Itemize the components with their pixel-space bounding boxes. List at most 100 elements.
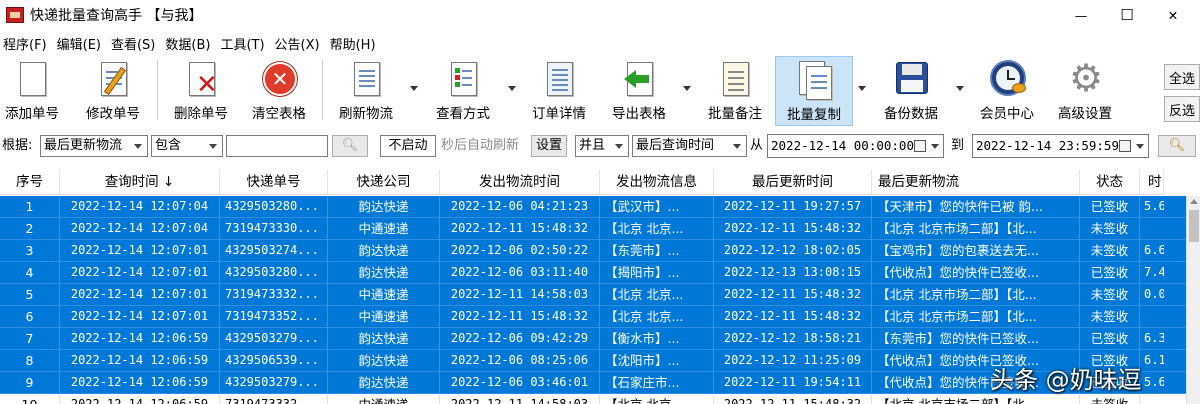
menu-view[interactable]: 查看(S): [111, 34, 155, 53]
cell-tracking-number: 4329506539...: [220, 350, 328, 371]
scroll-thumb[interactable]: [1189, 210, 1199, 242]
close-icon: ✕: [1167, 7, 1179, 23]
toolbar-separator: [322, 60, 323, 120]
select-all-button[interactable]: 全选: [1164, 64, 1200, 90]
header-index[interactable]: 序号: [0, 170, 60, 195]
header-ship-time[interactable]: 发出物流时间: [440, 170, 600, 195]
cell-ship-time: 2022-12-06 04:21:23: [440, 196, 600, 217]
add-number-button[interactable]: 添加单号: [2, 56, 62, 126]
menu-edit[interactable]: 编辑(E): [57, 34, 101, 53]
scroll-up-icon[interactable]: [1190, 199, 1198, 204]
header-tracking-number[interactable]: 快递单号: [220, 170, 328, 195]
menu-program[interactable]: 程序(F): [3, 34, 47, 53]
cell-ship-info: 【北京 北京...: [600, 218, 714, 239]
cell-ship-info: 【衡水市】...: [600, 328, 714, 349]
advanced-settings-button[interactable]: ⚙ 高级设置: [1052, 56, 1118, 126]
chevron-down-icon: [1136, 144, 1144, 149]
batch-note-button[interactable]: 批量备注: [704, 56, 766, 126]
to-label: 到: [951, 138, 965, 153]
cell-last-update-info: 【天津市】您的快件已被 韵...: [872, 196, 1080, 217]
search-button[interactable]: 🔍︎: [332, 135, 368, 157]
filter-operator-select[interactable]: 包含: [151, 135, 223, 157]
cell-last-update-time: 2022-12-11 15:48:32: [714, 218, 872, 239]
query-button[interactable]: 🔍︎: [1158, 135, 1196, 157]
watermark: 头条 @奶味逗: [990, 366, 1142, 394]
export-table-button[interactable]: 导出表格: [608, 56, 670, 126]
menu-tools[interactable]: 工具(T): [220, 34, 264, 53]
close-button[interactable]: ✕: [1150, 0, 1196, 30]
minimize-icon: —: [1074, 7, 1088, 23]
cell-time-partial: 5.6: [1144, 199, 1164, 213]
header-last-update-time[interactable]: 最后更新时间: [714, 170, 872, 195]
maximize-button[interactable]: ☐: [1104, 0, 1150, 30]
export-dropdown-arrow[interactable]: [683, 86, 691, 91]
cell-time-partial: 6.3: [1144, 331, 1164, 345]
table-row[interactable]: 7 2022-12-14 12:06:59 4329503279... 韵达快递…: [0, 328, 1200, 350]
cell-tracking-number: 4329503279...: [220, 372, 328, 393]
header-time-partial[interactable]: 时: [1140, 170, 1164, 195]
cell-courier: 韵达快递: [328, 196, 440, 217]
cell-last-update-info: 【北京 北京市场二部】【北...: [872, 306, 1080, 327]
logic-select[interactable]: 并且: [575, 135, 629, 157]
menu-notice[interactable]: 公告(X): [275, 34, 320, 53]
clear-table-button[interactable]: ✕ 清空表格: [248, 56, 310, 126]
cell-status: 已签收: [1080, 328, 1140, 349]
from-date-picker[interactable]: 2022-12-14 00:00:00: [767, 134, 944, 158]
vertical-scrollbar[interactable]: [1186, 196, 1200, 404]
cell-time-partial: 6.6: [1144, 243, 1164, 257]
filter-query-input[interactable]: [226, 135, 328, 157]
cell-courier: 中通速递: [328, 218, 440, 239]
view-mode-button[interactable]: 查看方式: [432, 56, 494, 126]
cell-index: 3: [0, 240, 60, 261]
chevron-down-icon: [733, 144, 741, 149]
member-center-button[interactable]: 会员中心: [976, 56, 1038, 126]
cell-last-update-time: 2022-12-12 18:02:05: [714, 240, 872, 261]
cell-last-update-time: 2022-12-13 13:08:15: [714, 262, 872, 283]
minimize-button[interactable]: —: [1058, 0, 1104, 30]
cell-last-update-info: 【北京 北京市场二部】【北...: [872, 284, 1080, 305]
cell-courier: 中通速递: [328, 394, 440, 404]
menu-data[interactable]: 数据(B): [165, 34, 210, 53]
delete-number-button[interactable]: ✕ 删除单号: [170, 56, 232, 126]
menu-help[interactable]: 帮助(H): [330, 34, 376, 53]
backup-dropdown-arrow[interactable]: [956, 86, 964, 91]
header-status[interactable]: 状态: [1080, 170, 1140, 195]
table-row[interactable]: 1 2022-12-14 12:07:04 4329503280... 韵达快递…: [0, 196, 1200, 218]
auto-refresh-select[interactable]: 不启动: [380, 135, 436, 157]
time-field-select[interactable]: 最后查询时间: [632, 135, 747, 157]
table-row[interactable]: 3 2022-12-14 12:07:01 4329503274... 韵达快递…: [0, 240, 1200, 262]
header-last-update-info[interactable]: 最后更新物流: [872, 170, 1080, 195]
table-row[interactable]: 10 2022-12-14 12:06:59 7319473332... 中通速…: [0, 394, 1200, 404]
batch-copy-button[interactable]: 批量复制: [775, 56, 853, 126]
settings-button[interactable]: 设置: [531, 135, 567, 157]
table-row[interactable]: 5 2022-12-14 12:07:01 7319473332... 中通速递…: [0, 284, 1200, 306]
order-detail-button[interactable]: 订单详情: [526, 56, 592, 126]
cell-query-time: 2022-12-14 12:06:59: [60, 350, 220, 371]
cell-index: 6: [0, 306, 60, 327]
batch-copy-dropdown-arrow[interactable]: [858, 86, 866, 91]
header-query-time[interactable]: 查询时间 ↓: [60, 170, 220, 195]
cell-status: 未签收: [1080, 394, 1140, 404]
filter-label: 根据:: [2, 138, 33, 153]
clock-icon: [988, 60, 1026, 100]
cell-last-update-info: 【东莞市】您的快件已签收...: [872, 328, 1080, 349]
view-mode-dropdown-arrow[interactable]: [508, 86, 516, 91]
cell-last-update-time: 2022-12-11 15:48:32: [714, 394, 872, 404]
menu-bar: 程序(F) 编辑(E) 查看(S) 数据(B) 工具(T) 公告(X) 帮助(H…: [0, 32, 1200, 54]
refresh-logistics-button[interactable]: 刷新物流: [335, 56, 397, 126]
header-ship-info[interactable]: 发出物流信息: [600, 170, 714, 195]
new-document-icon: [13, 60, 51, 100]
backup-data-button[interactable]: 备份数据: [880, 56, 942, 126]
refresh-dropdown-arrow[interactable]: [410, 86, 418, 91]
app-window: 快递批量查询高手 【与我】 — ☐ ✕ 程序(F) 编辑(E) 查看(S) 数据…: [0, 0, 1200, 404]
cell-courier: 韵达快递: [328, 240, 440, 261]
invert-selection-button[interactable]: 反选: [1164, 96, 1200, 122]
table-row[interactable]: 4 2022-12-14 12:07:01 4329503280... 韵达快递…: [0, 262, 1200, 284]
filter-field-select[interactable]: 最后更新物流: [40, 135, 148, 157]
header-courier[interactable]: 快递公司: [328, 170, 440, 195]
edit-number-button[interactable]: 修改单号: [82, 56, 144, 126]
cell-ship-info: 【东莞市】...: [600, 240, 714, 261]
table-row[interactable]: 6 2022-12-14 12:07:01 7319473352... 中通速递…: [0, 306, 1200, 328]
table-row[interactable]: 2 2022-12-14 12:07:04 7319473330... 中通速递…: [0, 218, 1200, 240]
to-date-picker[interactable]: 2022-12-14 23:59:59: [972, 134, 1149, 158]
